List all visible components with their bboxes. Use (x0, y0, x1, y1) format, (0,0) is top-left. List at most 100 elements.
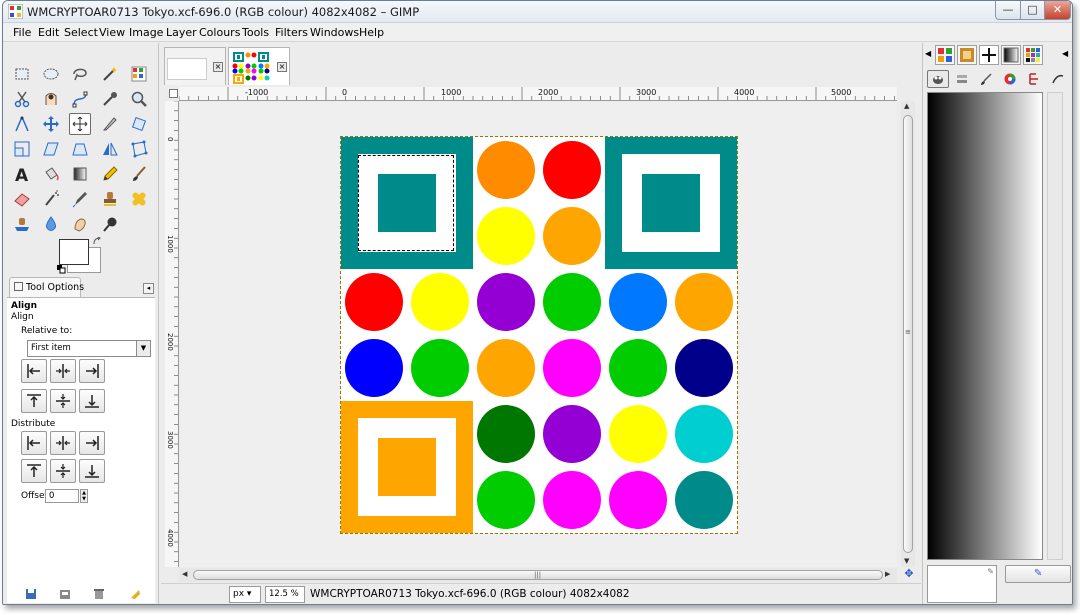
menu-windows[interactable]: Windows (310, 26, 359, 39)
fuzzy-select-tool[interactable] (99, 63, 121, 85)
distribute-right-button[interactable] (79, 431, 105, 455)
menu-filters[interactable]: Filters (275, 26, 308, 39)
menu-select[interactable]: Select (64, 26, 98, 39)
dock-tab-paint-dynamics[interactable] (975, 70, 997, 88)
menu-edit[interactable]: Edit (38, 26, 59, 39)
dodge-burn-tool[interactable] (99, 213, 121, 235)
dock-preview-field[interactable]: ✎ (927, 565, 997, 603)
dock-tab-history[interactable] (1023, 70, 1045, 88)
cage-transform-tool[interactable] (128, 138, 150, 160)
close-icon[interactable]: × (213, 62, 223, 72)
color-picker-tool[interactable] (99, 88, 121, 110)
paths-tool[interactable] (69, 88, 91, 110)
maximize-button[interactable]: □ (1020, 1, 1045, 20)
menu-image[interactable]: Image (129, 26, 163, 39)
scroll-down-arrow[interactable]: ▼ (904, 557, 909, 565)
align-tool[interactable] (69, 113, 91, 135)
dock-scrollbar[interactable] (1047, 92, 1063, 560)
zoom-select[interactable]: 12.5 % (265, 586, 305, 603)
close-button[interactable]: ✕ (1044, 1, 1071, 20)
rect-select-tool[interactable] (11, 63, 33, 85)
title-bar[interactable]: WMCRYPTOAR0713 Tokyo.xcf-696.0 (RGB colo… (3, 1, 1072, 23)
paintbrush-tool[interactable] (128, 163, 150, 185)
scroll-up-arrow[interactable]: ▲ (904, 102, 909, 110)
text-tool[interactable]: A (11, 163, 33, 185)
menu-colours[interactable]: Colours (199, 26, 240, 39)
unit-select[interactable]: px ▾ (229, 586, 261, 603)
tab-tool-options[interactable]: Tool Options (9, 277, 84, 297)
edit-gradient-button[interactable]: ✎ (1005, 565, 1071, 583)
dock-tab-palettes[interactable] (1023, 45, 1043, 65)
save-options-icon[interactable] (25, 588, 37, 600)
distribute-top-button[interactable] (21, 459, 47, 483)
align-middle-button[interactable] (50, 389, 76, 413)
smudge-tool[interactable] (69, 213, 91, 235)
vertical-scroll-thumb[interactable]: ≡ (903, 115, 913, 553)
align-left-button[interactable] (21, 359, 47, 383)
distribute-left-button[interactable] (21, 431, 47, 455)
relative-to-select[interactable]: First item ▼ (27, 340, 151, 357)
shear-tool[interactable] (40, 138, 62, 160)
offset-input[interactable]: 0 (45, 489, 79, 503)
minimize-button[interactable]: — (995, 1, 1021, 20)
dock-tab-images[interactable] (935, 45, 955, 65)
heal-tool[interactable] (128, 188, 150, 210)
quick-mask-corner-button[interactable] (169, 89, 178, 98)
blend-tool[interactable] (69, 163, 91, 185)
zoom-tool[interactable] (128, 88, 150, 110)
move-tool[interactable] (40, 113, 62, 135)
free-select-tool[interactable] (69, 63, 91, 85)
foreground-select-tool[interactable] (40, 88, 62, 110)
scale-tool[interactable] (11, 138, 33, 160)
dock-tab-layers[interactable] (927, 70, 949, 88)
align-right-button[interactable] (79, 359, 105, 383)
close-icon[interactable]: × (277, 62, 287, 72)
dock-menu-arrow-icon[interactable]: ◀ (925, 49, 931, 58)
edit-icon[interactable]: ✎ (987, 567, 994, 576)
dock-tab-gradients[interactable] (1001, 45, 1021, 65)
swap-colors-icon[interactable] (93, 237, 102, 246)
align-bottom-button[interactable] (79, 389, 105, 413)
airbrush-tool[interactable] (40, 188, 62, 210)
align-center-button[interactable] (50, 359, 76, 383)
align-top-button[interactable] (21, 389, 47, 413)
image-canvas[interactable] (180, 102, 897, 567)
dock-tab-brushes[interactable] (979, 45, 999, 65)
scroll-right-arrow[interactable]: ▶ (885, 570, 890, 578)
blur-tool[interactable] (40, 213, 62, 235)
foreground-color-swatch[interactable] (59, 239, 89, 265)
offset-stepper[interactable]: ▲ ▼ (80, 489, 88, 503)
perspective-tool[interactable] (69, 138, 91, 160)
crop-tool[interactable] (99, 113, 121, 135)
menu-view[interactable]: View (99, 26, 125, 39)
perspective-clone-tool[interactable] (11, 213, 33, 235)
bucket-fill-tool[interactable] (40, 163, 62, 185)
image-thumb-tool[interactable] (128, 63, 150, 85)
color-swatches[interactable] (57, 237, 103, 275)
delete-options-icon[interactable] (93, 588, 105, 600)
measure-tool[interactable] (11, 113, 33, 135)
clone-tool[interactable] (99, 188, 121, 210)
tab-menu-button[interactable]: ◂ (143, 283, 154, 294)
dock-tab-brushes-list[interactable] (1047, 70, 1069, 88)
reset-options-icon[interactable] (129, 588, 141, 600)
menu-tools[interactable]: Tools (242, 26, 269, 39)
eraser-tool[interactable] (11, 188, 33, 210)
distribute-bottom-button[interactable] (79, 459, 105, 483)
navigate-icon[interactable]: ✥ (903, 568, 915, 580)
dock-tab-colors[interactable] (999, 70, 1021, 88)
default-colors-icon[interactable] (57, 265, 66, 274)
image-tab-blank[interactable]: × (164, 47, 226, 85)
vertical-scrollbar[interactable]: ▲ ≡ ▼ (901, 101, 915, 567)
horizontal-ruler[interactable]: -1000 0 1000 2000 3000 4000 5000 (179, 87, 897, 101)
ellipse-select-tool[interactable] (40, 63, 62, 85)
horizontal-scroll-thumb[interactable]: ||| (193, 570, 883, 580)
scroll-left-arrow[interactable]: ◀ (182, 570, 187, 578)
distribute-middle-button[interactable] (50, 459, 76, 483)
rotate-tool[interactable] (128, 113, 150, 135)
distribute-center-button[interactable] (50, 431, 76, 455)
vertical-ruler[interactable]: 0 1000 2000 3000 4000 (165, 101, 179, 567)
dock-tab-patterns[interactable] (957, 45, 977, 65)
dock-tab-channels[interactable] (951, 70, 973, 88)
image-content[interactable] (341, 137, 737, 533)
